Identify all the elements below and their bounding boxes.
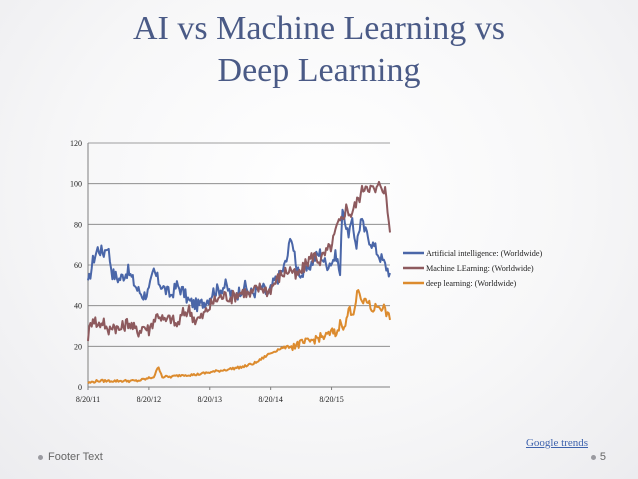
legend-label-2: Machine LEarning: (Worldwide) xyxy=(426,264,534,273)
y-tick-label: 100 xyxy=(70,180,82,189)
series-line-2 xyxy=(87,180,391,342)
y-tick-label: 0 xyxy=(78,383,82,392)
chart-grid xyxy=(88,142,390,347)
x-tick-label: 8/20/11 xyxy=(76,395,100,404)
x-tick-label: 8/20/15 xyxy=(319,395,343,404)
page-number-text: 5 xyxy=(599,451,606,463)
x-tick-label: 8/20/13 xyxy=(198,395,222,404)
x-tick-label: 8/20/14 xyxy=(258,395,282,404)
y-tick-label: 60 xyxy=(74,261,82,270)
y-tick-label: 40 xyxy=(74,302,82,311)
footer-text: Footer Text xyxy=(48,451,103,463)
chart-legend: Artificial intelligence: (Worldwide) Mach… xyxy=(403,249,542,288)
chart-series xyxy=(87,180,391,385)
y-tick-label: 20 xyxy=(74,342,82,351)
page-number: 5 xyxy=(590,451,606,463)
x-tick-label: 8/20/12 xyxy=(137,395,161,404)
series-line-3 xyxy=(87,289,391,385)
chart-axes: 0 20 40 60 80 100 120 8/20/11 8/20/12 8/20/13 8/20… xyxy=(70,139,390,404)
legend-label-1: Artificial intelligence: (Worldwide) xyxy=(426,249,542,258)
y-tick-label: 80 xyxy=(74,220,82,229)
footer-bullet-icon xyxy=(38,454,43,460)
google-trends-link[interactable]: Google trends xyxy=(526,437,588,449)
y-tick-label: 120 xyxy=(70,139,82,148)
footer: Footer Text xyxy=(38,451,103,463)
page-bullet-icon xyxy=(590,454,596,460)
trend-line-chart: 0 20 40 60 80 100 120 8/20/11 8/20/12 8/20/13 8/20… xyxy=(70,139,542,404)
legend-label-3: deep learning: (Worldwide) xyxy=(426,279,517,288)
